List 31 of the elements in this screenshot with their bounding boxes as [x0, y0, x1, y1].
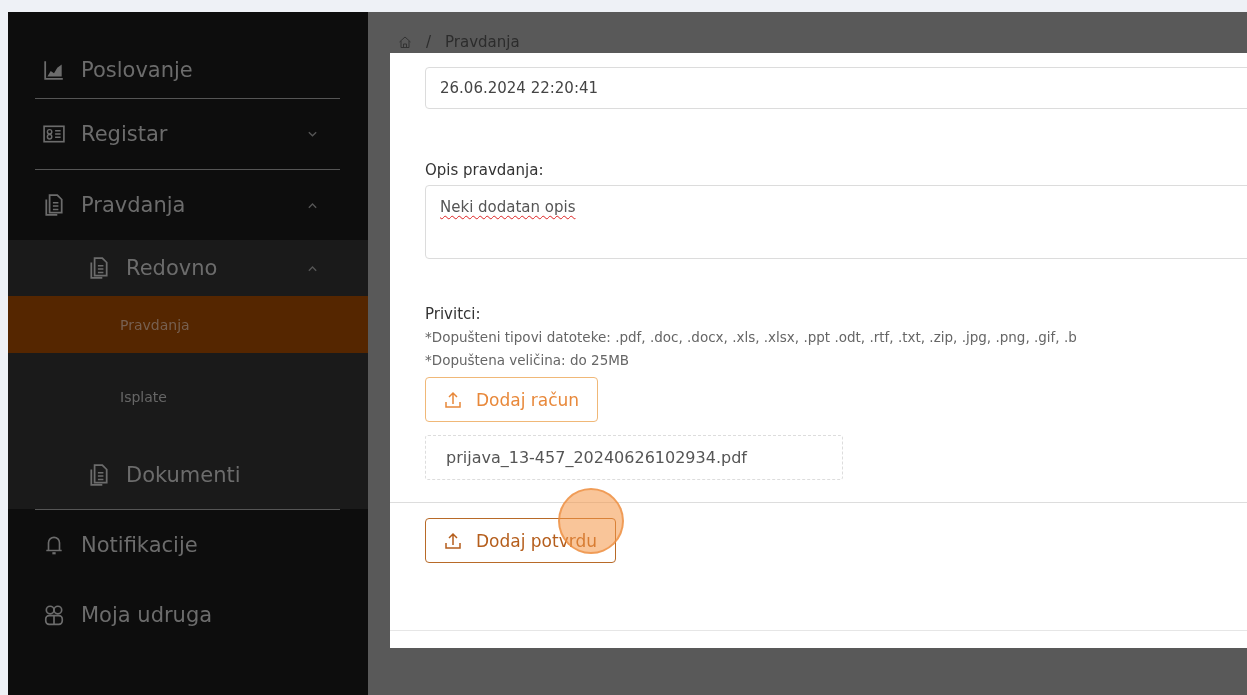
sidebar-item[interactable]: Moja udruga	[8, 580, 368, 650]
document-icon	[88, 257, 110, 279]
upload-icon	[444, 531, 462, 550]
sidebar-item[interactable]: Registar	[8, 99, 368, 169]
home-icon[interactable]	[398, 34, 412, 49]
date-field[interactable]: 26.06.2024 22:20:41	[425, 67, 1247, 109]
id-card-icon	[43, 123, 65, 145]
hint-text: *Dopuštena veličina: do 25MB	[425, 351, 631, 370]
document-icon	[43, 194, 65, 216]
chevron-icon	[307, 201, 318, 209]
field-label: Opis pravdanja:	[425, 161, 545, 179]
bell-icon	[43, 534, 65, 556]
chevron-icon	[307, 264, 318, 272]
file-item[interactable]: prijava_13-457_20240626102934.pdf	[425, 435, 843, 480]
group-icon	[43, 604, 65, 626]
field-label: Privitci:	[425, 305, 482, 323]
sidebar-item[interactable]: Pravdanja	[8, 296, 368, 353]
sidebar-item[interactable]: Pravdanja	[8, 170, 368, 240]
sidebar-item[interactable]: Dokumenti	[8, 441, 368, 509]
document-icon	[88, 464, 110, 486]
chevron-icon	[307, 130, 318, 138]
sidebar-item[interactable]: Redovno	[8, 240, 368, 296]
add-invoice-button[interactable]: Dodaj račun	[425, 377, 599, 422]
description-field[interactable]: Neki dodatan opis	[425, 185, 1247, 259]
chart-icon	[43, 59, 65, 81]
sidebar-item[interactable]: Notifikacije	[8, 510, 368, 580]
breadcrumb-separator: /	[426, 32, 432, 51]
upload-icon	[444, 390, 462, 409]
sidebar-item[interactable]: Poslovanje	[8, 42, 368, 98]
hint-text: *Dopušteni tipovi datoteke: .pdf, .doc, .docx, .xls, .xlsx, .ppt .odt, .rtf, .txt, .zip, .jpg, .png, .gif, .b	[425, 328, 1078, 347]
sidebar-item[interactable]: Isplate	[8, 353, 368, 441]
